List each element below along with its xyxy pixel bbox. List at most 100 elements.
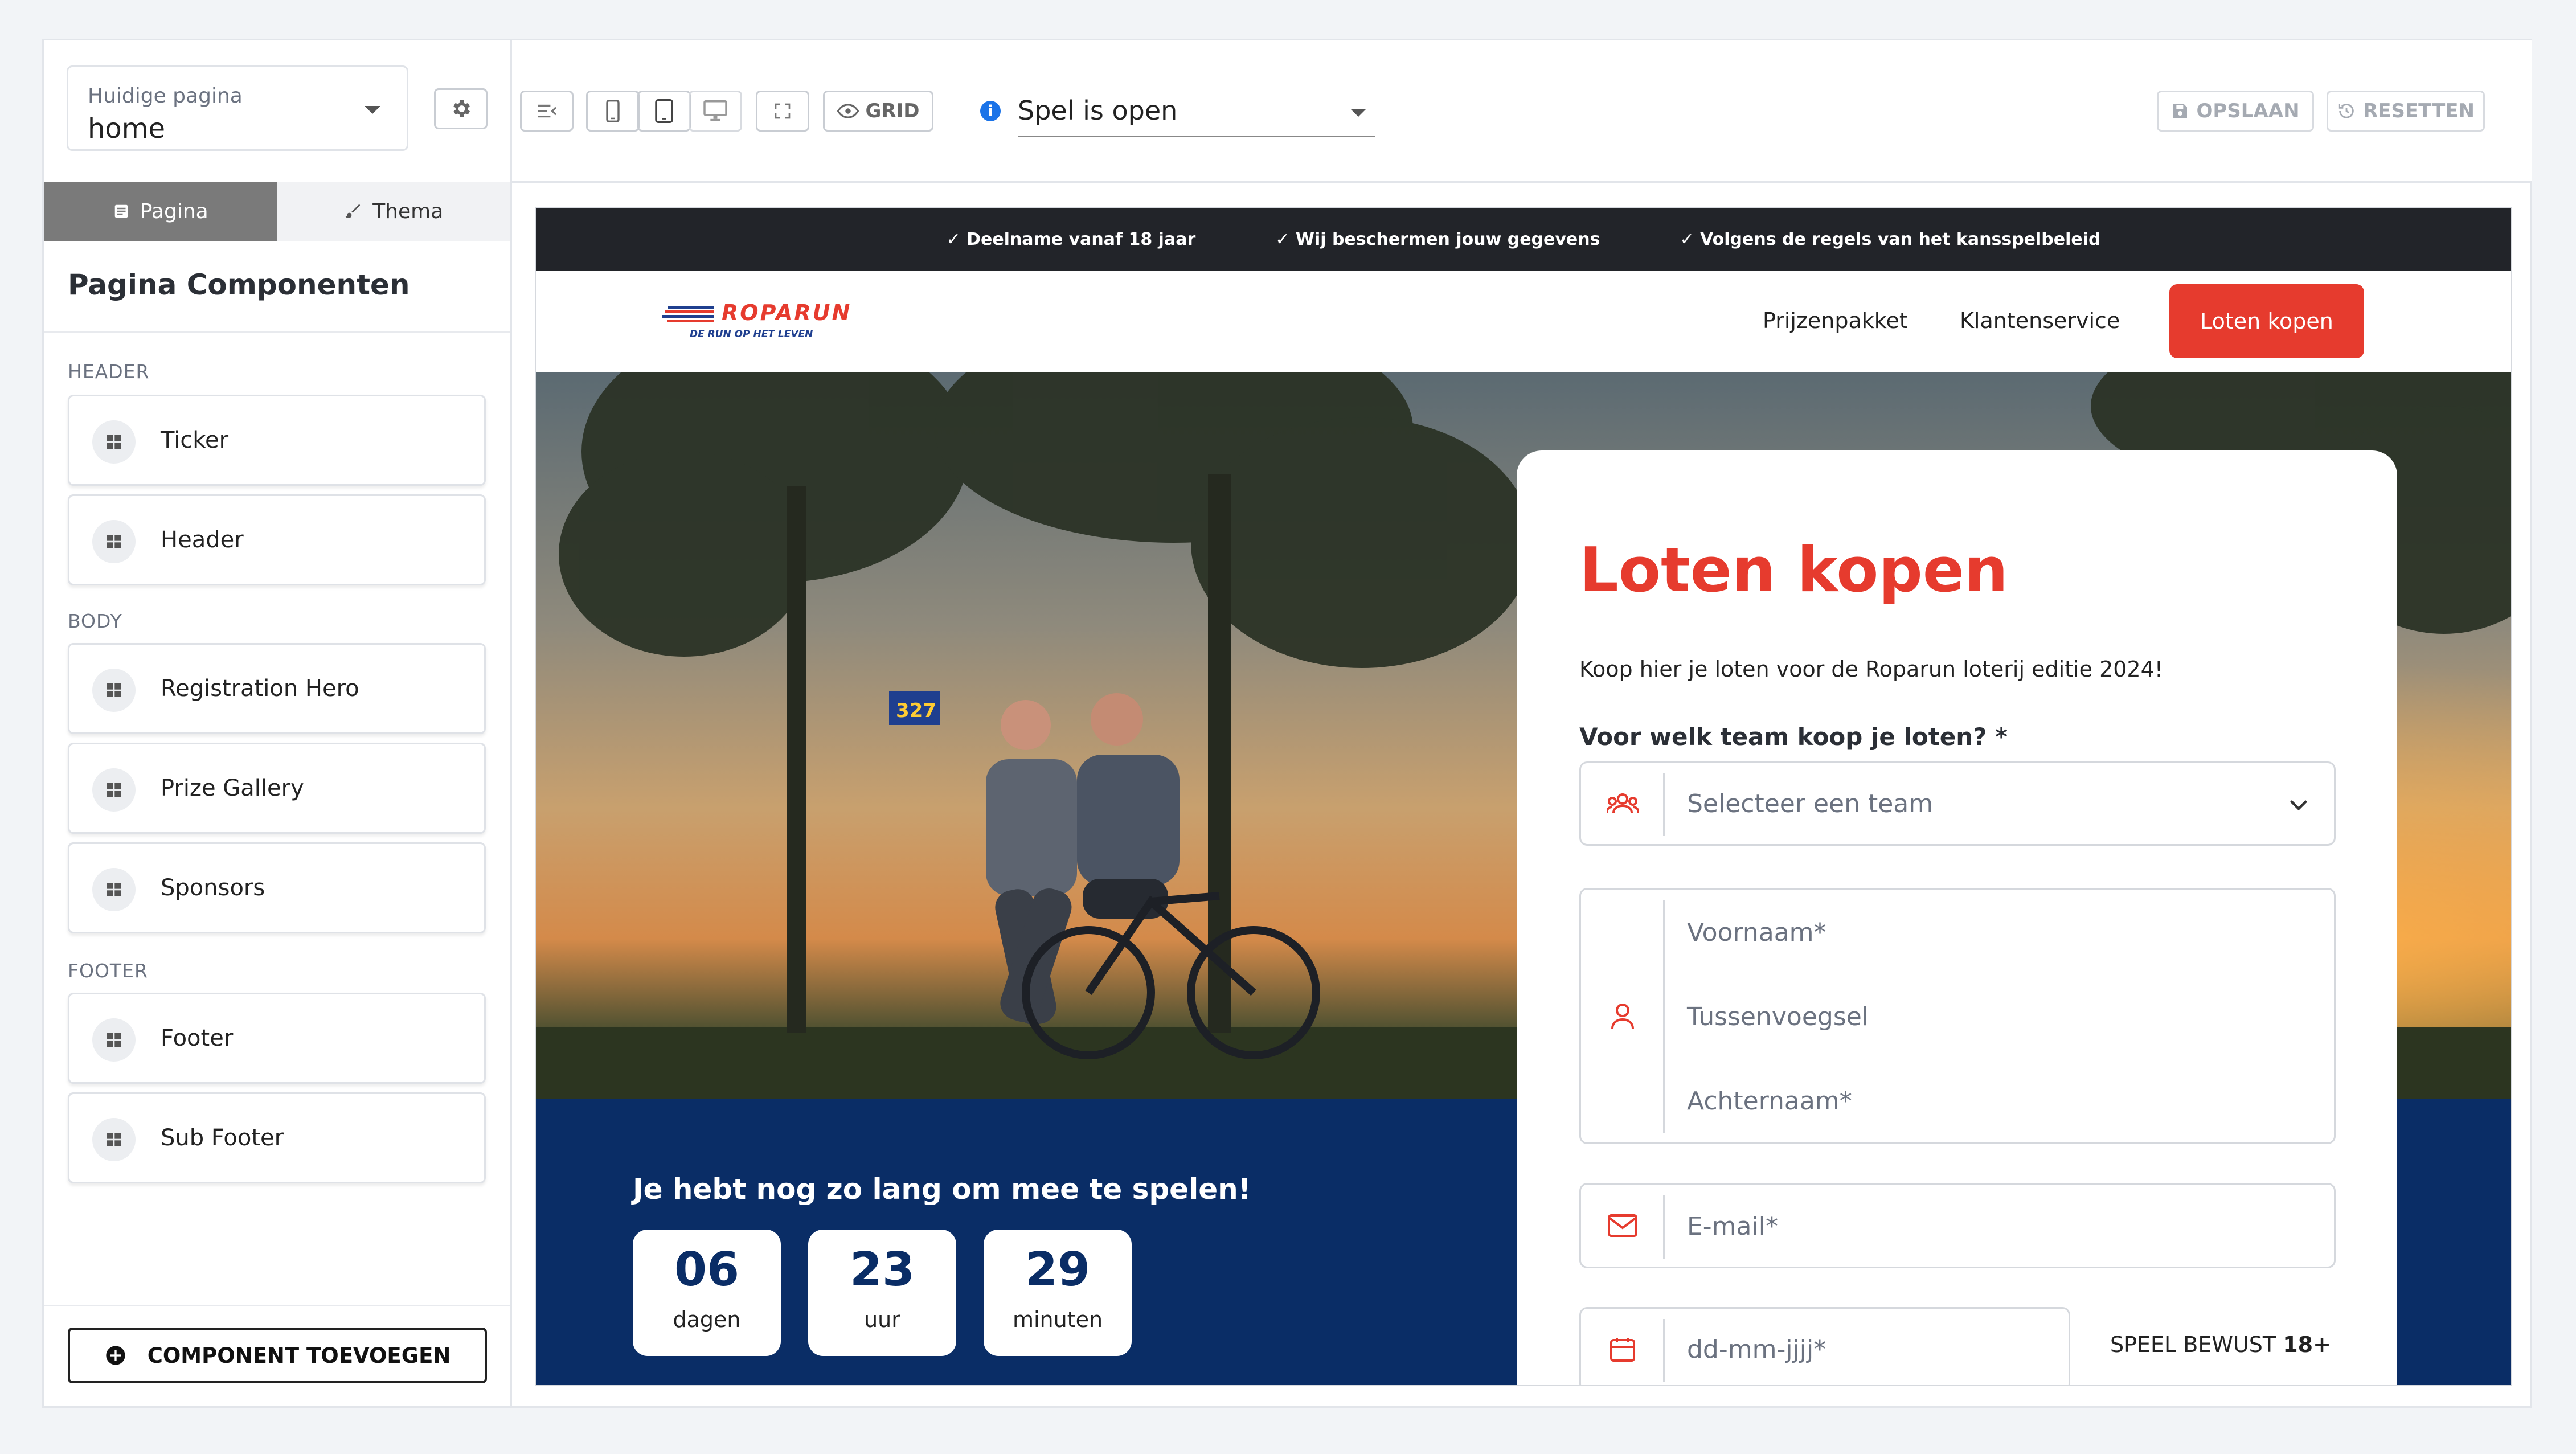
tab-pagina[interactable]: Pagina [44,182,277,241]
ticker-bar: ✓ Deelname vanaf 18 jaar ✓ Wij bescherme… [536,208,2511,271]
grid-icon [107,883,121,896]
component-icon [92,1018,136,1062]
countdown-unit: uur [864,1307,900,1332]
countdown-unit: minuten [1012,1307,1103,1332]
caret-down-icon [365,106,380,114]
component-icon [92,1118,136,1161]
first-name-input[interactable]: Voornaam* [1687,918,1826,947]
nav-prijzenpakket[interactable]: Prijzenpakket [1763,308,1908,333]
countdown-value: 23 [849,1243,915,1297]
component-name: Sponsors [161,875,265,901]
info-icon[interactable]: i [980,101,1001,121]
component-name: Registration Hero [161,675,359,702]
mobile-view-button[interactable] [586,91,640,132]
grid-icon [107,1033,121,1047]
component-name: Header [161,527,244,553]
age-limit: 18+ [2283,1332,2331,1357]
component-sub-footer[interactable]: Sub Footer [68,1092,486,1183]
logo-tagline: DE RUN OP HET LEVEN [690,329,813,340]
divider [44,1305,510,1306]
grid-toggle-label: GRID [865,100,920,122]
team-icon-wrap [1581,763,1664,844]
email-field[interactable]: E-mail* [1579,1183,2336,1268]
settings-button[interactable] [434,88,488,129]
add-component-label: COMPONENT TOEVOEGEN [147,1343,451,1368]
middle-name-input[interactable]: Tussenvoegsel [1687,1002,1869,1031]
dob-field[interactable]: dd-mm-jjjj* [1579,1307,2070,1385]
countdown-unit: dagen [673,1307,741,1332]
name-icon-wrap [1581,890,1664,1142]
users-icon [1607,793,1639,813]
reset-button[interactable]: RESETTEN [2327,91,2485,132]
add-component-button[interactable]: COMPONENT TOEVOEGEN [68,1328,487,1383]
section-title: Pagina Componenten [68,268,410,301]
mail-icon [1608,1214,1637,1237]
ticker-item: ✓ Deelname vanaf 18 jaar [946,229,1196,249]
group-label-footer: FOOTER [68,960,148,982]
countdown-title: Je hebt nog zo lang om mee te spelen! [633,1173,1251,1206]
history-icon [2338,104,2354,118]
grid-icon [107,783,121,797]
collapse-sidebar-button[interactable] [520,91,574,132]
calendar-icon [1610,1338,1635,1362]
team-select[interactable]: Selecteer een team [1579,761,2336,846]
countdown-hours: 23 uur [808,1230,956,1356]
last-name-input[interactable]: Achternaam* [1687,1087,1852,1116]
logo-wordmark: ROPARUN [722,300,852,325]
tab-pagina-label: Pagina [140,199,208,223]
team-question: Voor welk team koop je loten? * [1579,723,2008,751]
email-placeholder: E-mail* [1687,1212,1778,1241]
component-header[interactable]: Header [68,494,486,585]
component-name: Prize Gallery [161,775,304,801]
desktop-view-button[interactable] [689,91,742,132]
component-name: Ticker [161,427,229,453]
eye-icon [837,104,859,118]
component-icon [92,768,136,812]
tab-thema-label: Thema [372,199,444,223]
header-cta-button[interactable]: Loten kopen [2169,284,2364,358]
save-button[interactable]: OPSLAAN [2157,91,2314,132]
component-icon [92,520,136,563]
save-label: OPSLAAN [2196,100,2300,122]
component-sponsors[interactable]: Sponsors [68,842,486,933]
editor-app: Huidige pagina home Pagina Thema Pagina … [42,39,2532,1408]
form-subtitle: Koop hier je loten voor de Roparun loter… [1579,657,2164,682]
tablet-icon [655,99,673,123]
grid-icon [107,535,121,548]
component-registration-hero[interactable]: Registration Hero [68,643,486,734]
group-label-header: HEADER [68,361,150,383]
tab-thema[interactable]: Thema [277,182,510,241]
component-icon [92,669,136,712]
field-separator [1663,773,1665,836]
field-separator [1663,900,1665,1133]
fullscreen-button[interactable] [756,91,809,132]
game-state-select[interactable]: Spel is open [1018,92,1375,137]
component-prize-gallery[interactable]: Prize Gallery [68,743,486,834]
ticker-item: ✓ Wij beschermen jouw gegevens [1275,229,1600,249]
sidebar-tabs: Pagina Thema [44,182,510,241]
nav-klantenservice[interactable]: Klantenservice [1960,308,2120,333]
roparun-logo[interactable]: ROPARUN DE RUN OP HET LEVEN [662,300,850,346]
page-select[interactable]: Huidige pagina home [67,65,408,151]
component-footer[interactable]: Footer [68,993,486,1084]
component-ticker[interactable]: Ticker [68,395,486,486]
dob-placeholder: dd-mm-jjjj* [1687,1335,1826,1364]
menu-collapse-icon [538,104,557,118]
caret-down-icon [1350,109,1366,117]
field-separator [1663,1195,1665,1259]
registration-form-card: Loten kopen Koop hier je loten voor de R… [1517,450,2397,1385]
plus-circle-icon [106,1346,125,1365]
page-select-value: home [88,113,166,145]
speel-bewust-label: SPEEL BEWUST 18+ [2110,1332,2331,1357]
speel-bewust-text: SPEEL BEWUST [2110,1332,2276,1357]
floppy-disk-icon [2173,104,2188,118]
group-label-body: BODY [68,610,122,632]
field-separator [1663,1319,1665,1382]
name-field-group: Voornaam* Tussenvoegsel Achternaam* [1579,888,2336,1144]
component-name: Footer [161,1025,234,1051]
tablet-view-button[interactable] [637,91,691,132]
grid-toggle-button[interactable]: GRID [823,91,933,132]
site-header: ROPARUN DE RUN OP HET LEVEN Prijzenpakke… [536,271,2511,372]
document-icon [114,204,128,218]
page-preview: ✓ Deelname vanaf 18 jaar ✓ Wij bescherme… [535,207,2512,1386]
